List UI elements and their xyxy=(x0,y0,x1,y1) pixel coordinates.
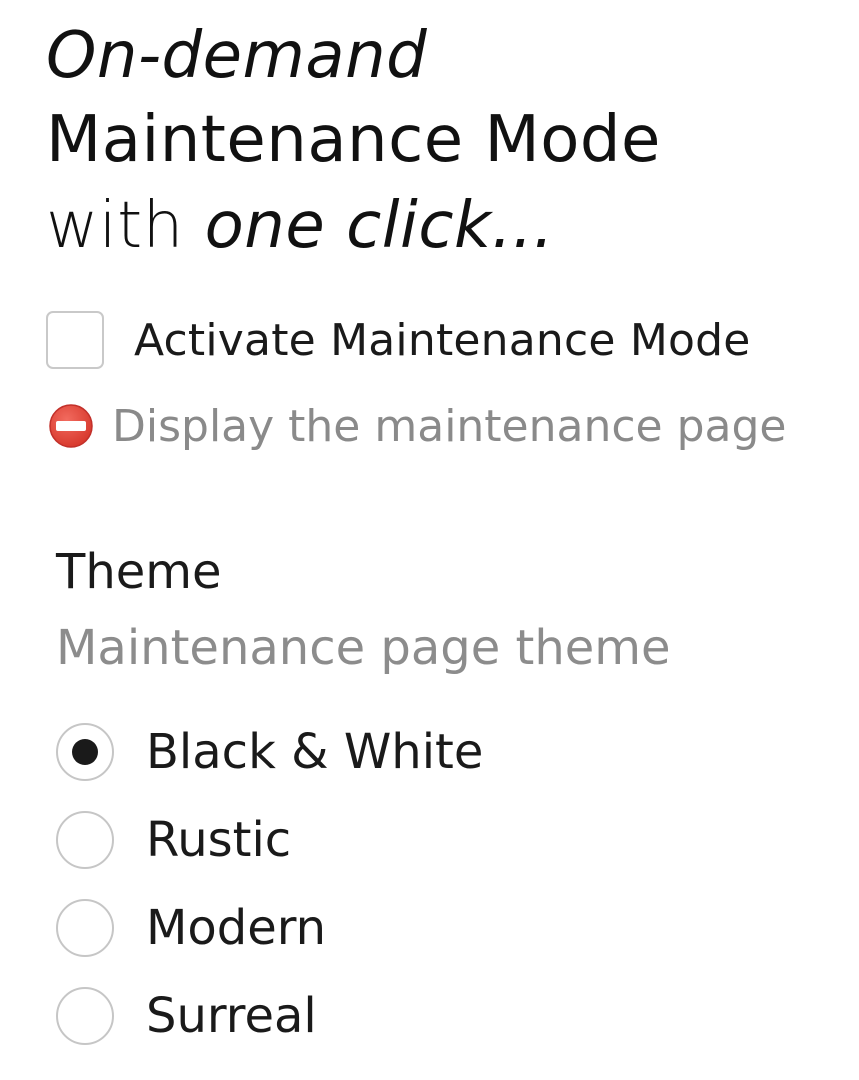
hero-line-with-one-click: with one click... xyxy=(46,194,846,274)
hero-heading: On-demand Maintenance Mode with one clic… xyxy=(46,24,846,274)
hero-line-on-demand: On-demand xyxy=(46,19,428,93)
theme-option-label[interactable]: Rustic xyxy=(146,812,291,868)
theme-option-modern[interactable]: Modern xyxy=(56,884,816,972)
theme-radio-group: Black & White Rustic Modern Surreal xyxy=(56,708,816,1060)
theme-option-rustic[interactable]: Rustic xyxy=(56,796,816,884)
theme-radio-surreal[interactable] xyxy=(56,987,114,1045)
activate-maintenance-label[interactable]: Activate Maintenance Mode xyxy=(134,315,751,366)
no-entry-icon xyxy=(49,404,93,448)
activate-maintenance-row[interactable]: Activate Maintenance Mode xyxy=(46,308,751,372)
hero-line3-emphasis: one click... xyxy=(204,189,555,263)
theme-option-label[interactable]: Modern xyxy=(146,900,326,956)
theme-radio-black-white[interactable] xyxy=(56,723,114,781)
maintenance-status: Display the maintenance page xyxy=(48,398,787,454)
theme-description: Maintenance page theme xyxy=(56,620,671,676)
theme-option-black-white[interactable]: Black & White xyxy=(56,708,816,796)
status-text: Display the maintenance page xyxy=(112,400,787,452)
theme-option-label[interactable]: Black & White xyxy=(146,724,483,780)
theme-option-surreal[interactable]: Surreal xyxy=(56,972,816,1060)
hero-line-maintenance-mode: Maintenance Mode xyxy=(46,103,661,177)
theme-radio-modern[interactable] xyxy=(56,899,114,957)
theme-radio-rustic[interactable] xyxy=(56,811,114,869)
theme-title: Theme xyxy=(56,544,222,600)
activate-maintenance-checkbox[interactable] xyxy=(46,311,104,369)
theme-option-label[interactable]: Surreal xyxy=(146,988,317,1044)
hero-line3-prefix: with xyxy=(46,189,205,263)
